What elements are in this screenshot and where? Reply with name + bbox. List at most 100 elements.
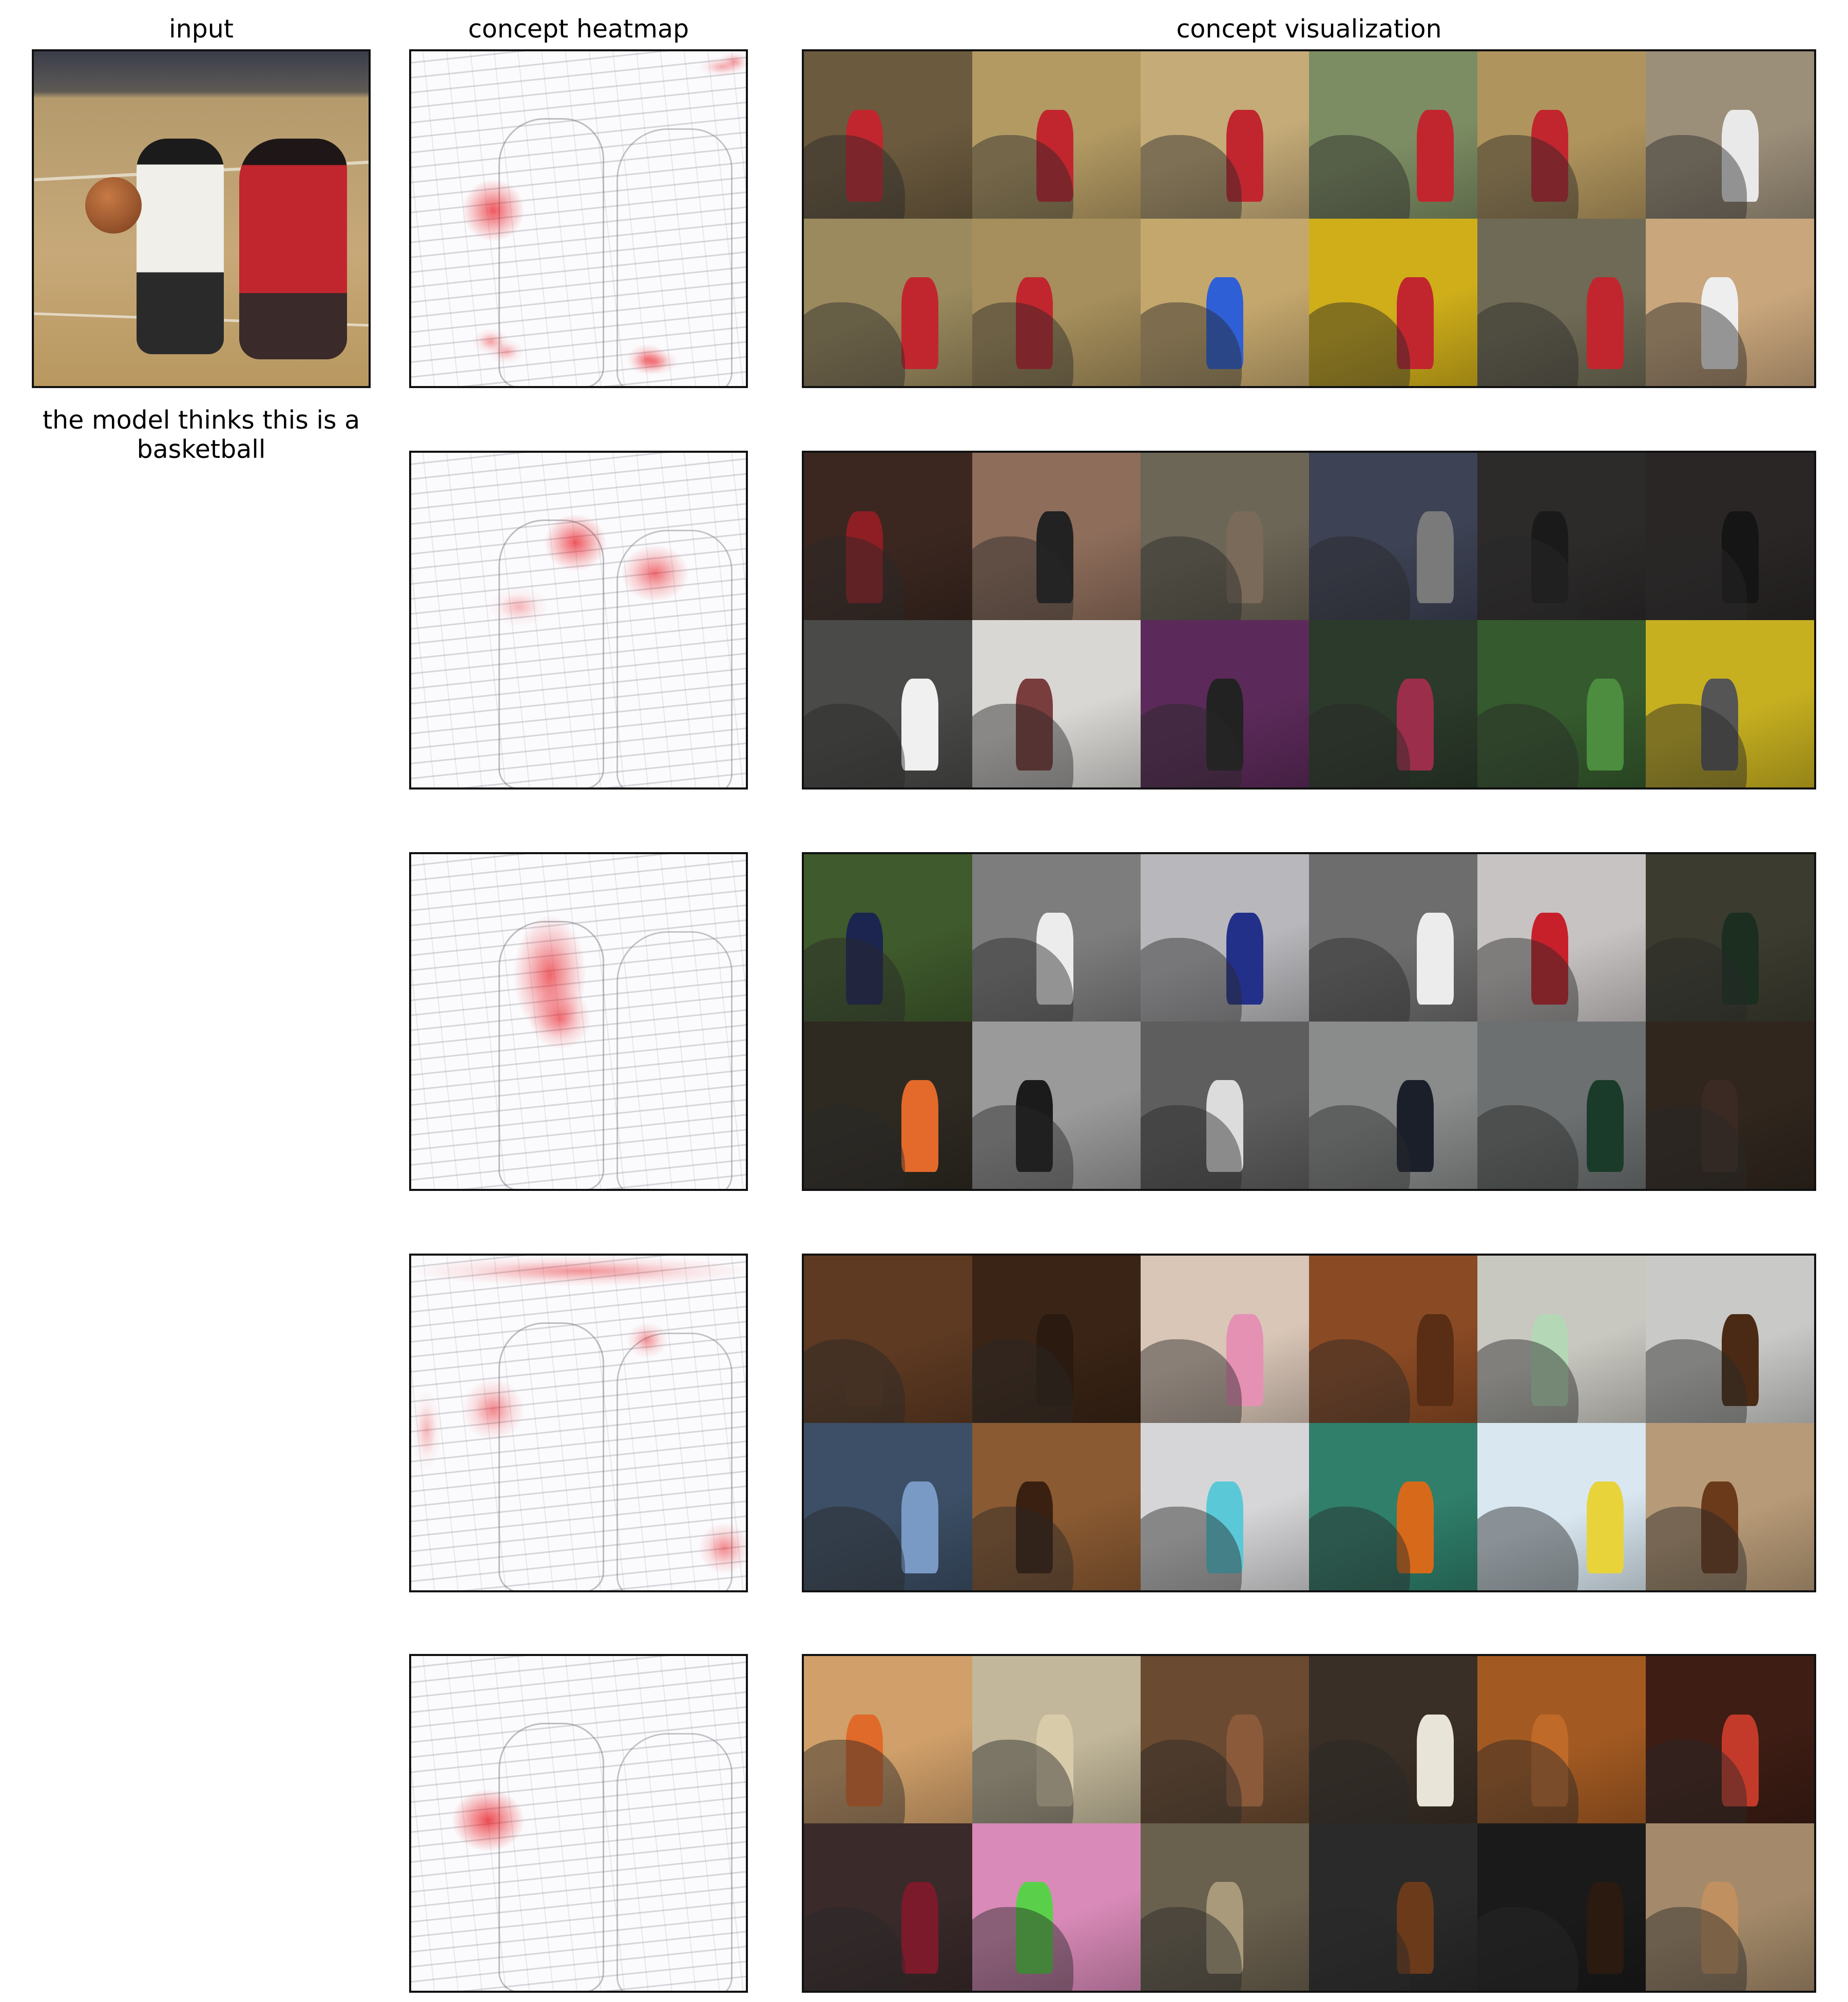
example-patch	[1646, 219, 1814, 386]
patch-subject	[1531, 110, 1569, 202]
example-patch	[1141, 51, 1309, 219]
patch-subject	[1721, 1715, 1759, 1807]
example-patch	[1646, 453, 1814, 620]
patch-subject	[1396, 679, 1434, 771]
example-patch	[1309, 1022, 1477, 1189]
concept-visualization-3	[802, 852, 1816, 1191]
example-patch	[804, 219, 972, 386]
example-patch	[1477, 1022, 1646, 1189]
basketball	[85, 177, 142, 234]
example-patch	[1646, 1256, 1814, 1423]
example-patch	[804, 1423, 972, 1590]
patch-subject	[1587, 277, 1624, 370]
example-patch	[804, 1656, 972, 1823]
activation-blob	[488, 586, 550, 627]
example-patch	[1646, 1423, 1814, 1590]
activation-blob	[529, 988, 591, 1049]
example-patch	[804, 854, 972, 1022]
activation-blob	[463, 1379, 524, 1440]
patch-subject	[1396, 1481, 1434, 1574]
patch-subject	[1226, 511, 1264, 604]
activation-blob	[463, 180, 524, 241]
example-patch	[972, 1823, 1141, 1991]
patch-subject	[1587, 1882, 1624, 1974]
patch-subject	[1226, 110, 1264, 202]
activation-blob	[452, 1789, 524, 1851]
patch-subject	[1701, 277, 1739, 370]
activation-blob	[632, 349, 678, 375]
concept-heatmap-4	[409, 1254, 748, 1592]
patch-subject	[846, 1314, 883, 1407]
example-patch	[972, 1022, 1141, 1189]
patch-subject	[1036, 511, 1073, 604]
example-patch	[1141, 1256, 1309, 1423]
example-patch	[1141, 1423, 1309, 1590]
player-outline	[498, 1723, 604, 1991]
patch-subject	[901, 1882, 939, 1974]
concept-visualization-5	[802, 1654, 1816, 1993]
patch-subject	[1416, 1715, 1454, 1807]
example-patch	[1309, 620, 1477, 787]
patch-subject	[1416, 1314, 1454, 1407]
example-patch	[1309, 453, 1477, 620]
patch-subject	[1531, 511, 1569, 604]
patch-subject	[846, 913, 883, 1005]
example-patch	[1309, 51, 1477, 219]
patch-subject	[1721, 1314, 1759, 1407]
patch-subject	[1531, 1715, 1569, 1807]
example-patch	[1309, 1823, 1477, 1991]
patch-subject	[1396, 277, 1434, 370]
example-patch	[804, 1823, 972, 1991]
patch-subject	[1531, 1314, 1569, 1407]
concept-heatmap-5	[409, 1654, 748, 1993]
example-patch	[1141, 219, 1309, 386]
example-patch	[804, 453, 972, 620]
example-patch	[972, 854, 1141, 1022]
activation-blob	[699, 56, 745, 77]
patch-subject	[1036, 913, 1073, 1005]
example-patch	[1309, 1256, 1477, 1423]
patch-subject	[1701, 1080, 1739, 1172]
example-patch	[1477, 219, 1646, 386]
patch-subject	[1226, 1314, 1264, 1407]
example-patch	[804, 1256, 972, 1423]
patch-subject	[1721, 913, 1759, 1005]
activation-blob	[411, 1256, 746, 1286]
example-patch	[1646, 620, 1814, 787]
example-patch	[804, 620, 972, 787]
input-column-title: input	[168, 14, 234, 44]
example-patch	[1309, 1423, 1477, 1590]
patch-subject	[1226, 1715, 1264, 1807]
example-patch	[1309, 1656, 1477, 1823]
example-patch	[1141, 620, 1309, 787]
example-patch	[1141, 1823, 1309, 1991]
example-patch	[1141, 854, 1309, 1022]
concept-heatmap-2	[409, 451, 748, 790]
patch-subject	[1016, 1481, 1053, 1574]
example-patch	[804, 51, 972, 219]
patch-subject	[1016, 679, 1053, 771]
example-patch	[972, 1423, 1141, 1590]
patch-subject	[846, 1715, 883, 1807]
example-patch	[1646, 1022, 1814, 1189]
example-patch	[1141, 1656, 1309, 1823]
example-patch	[972, 1256, 1141, 1423]
example-patch	[972, 51, 1141, 219]
example-patch	[1477, 1423, 1646, 1590]
patch-subject	[1226, 913, 1264, 1005]
example-patch	[972, 219, 1141, 386]
patch-subject	[901, 1481, 939, 1574]
activation-blob	[545, 514, 606, 571]
patch-subject	[1416, 511, 1454, 604]
patch-subject	[901, 277, 939, 370]
example-patch	[1309, 219, 1477, 386]
example-patch	[1646, 51, 1814, 219]
concept-visualization-4	[802, 1254, 1816, 1592]
concept-visualization-1	[802, 49, 1816, 388]
activation-blob	[699, 1523, 746, 1574]
patch-subject	[1036, 110, 1073, 202]
patch-subject	[1721, 110, 1759, 202]
example-patch	[1477, 51, 1646, 219]
concept-visualization-2	[802, 451, 1816, 790]
example-patch	[1477, 1256, 1646, 1423]
